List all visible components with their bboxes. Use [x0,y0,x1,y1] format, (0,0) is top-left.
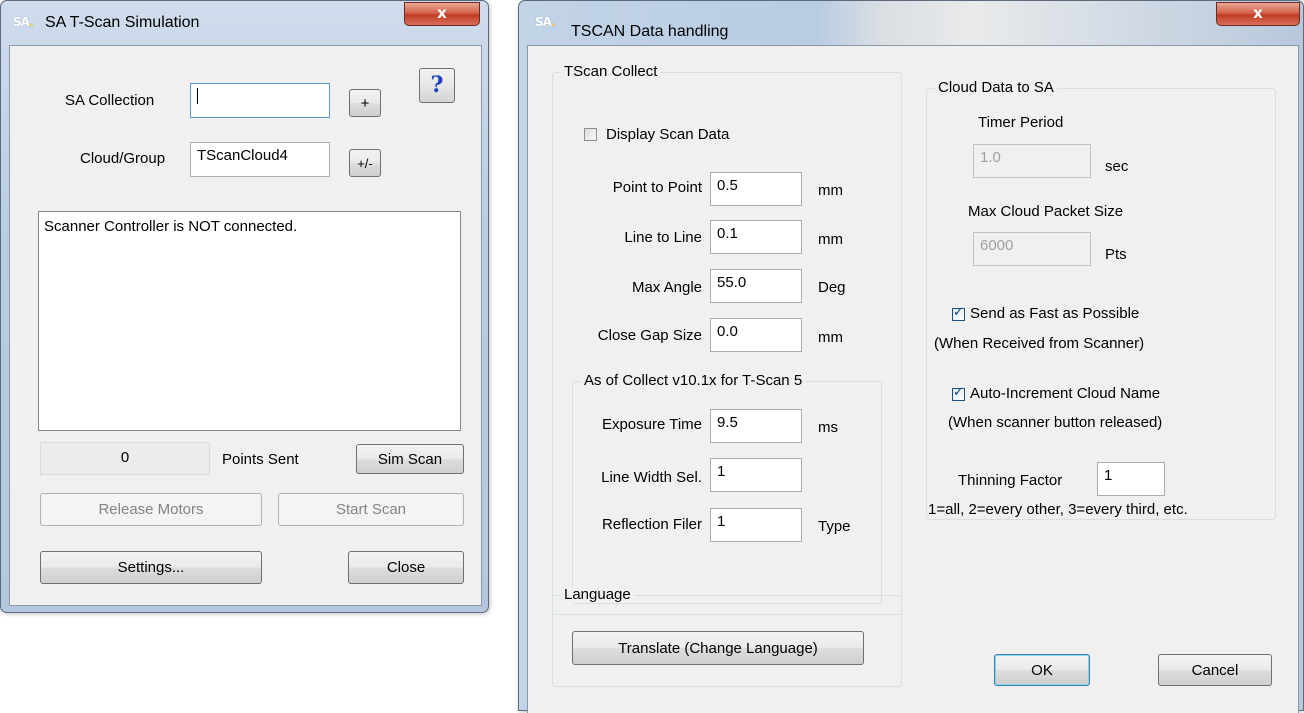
status-message: Scanner Controller is NOT connected. [44,218,298,235]
thinning-factor-label: Thinning Factor [958,472,1063,489]
exposure-time-label: Exposure Time [601,416,702,433]
data-client-area: TScan Collect Display Scan Data Point to… [527,45,1299,713]
cloud-data-title: Cloud Data to SA [935,79,1057,96]
sim-window: SA. SA T-Scan Simulation x SA Collection… [0,0,489,613]
max-packet-unit: Pts [1105,246,1127,263]
sa-logo-icon: SA. [535,15,556,29]
data-window-title: TSCAN Data handling [571,23,729,40]
settings-button[interactable]: Settings... [40,551,262,584]
points-sent-count: 0 [40,442,210,475]
point-to-point-label: Point to Point [612,179,702,196]
auto-increment-note: (When scanner button released) [948,414,1163,431]
data-close-window-button[interactable]: x [1216,2,1300,26]
data-handling-window: SA. TSCAN Data handling x TScan Collect … [518,0,1304,713]
tscan-collect-title: TScan Collect [561,63,661,80]
exposure-time-input[interactable]: 9.5 [710,409,802,443]
close-gap-unit: mm [818,329,843,346]
sim-client-area: SA Collection + ? Cloud/Group TScanCloud… [9,45,482,606]
reflection-filter-label: Reflection Filer [601,516,702,533]
sim-titlebar[interactable]: SA. SA T-Scan Simulation x [1,1,488,45]
display-scan-label[interactable]: Display Scan Data [606,126,729,143]
data-titlebar[interactable]: SA. TSCAN Data handling x [519,1,1303,45]
release-motors-button[interactable]: Release Motors [40,493,262,526]
sim-close-window-button[interactable]: x [404,2,480,26]
collect-version-title: As of Collect v10.1x for T-Scan 5 [581,372,806,389]
cloud-group-label: Cloud/Group [80,150,166,167]
point-to-point-input[interactable]: 0.5 [710,172,802,206]
sa-logo-icon: SA. [13,15,34,29]
line-to-line-label: Line to Line [624,229,702,246]
increment-cloud-button[interactable]: +/- [349,149,381,177]
line-width-label: Line Width Sel. [601,469,702,486]
text-caret [197,88,198,104]
max-angle-label: Max Angle [631,279,702,296]
ok-button[interactable]: OK [994,654,1090,686]
sa-collection-label: SA Collection [65,92,155,109]
close-gap-label: Close Gap Size [597,327,702,344]
timer-period-unit: sec [1105,158,1129,175]
timer-period-input[interactable]: 1.0 [973,144,1091,178]
line-to-line-input[interactable]: 0.1 [710,220,802,254]
close-button[interactable]: Close [348,551,464,584]
sa-collection-input[interactable] [190,83,330,118]
max-packet-input[interactable]: 6000 [973,232,1091,266]
points-sent-label: Points Sent [222,451,299,468]
line-width-input[interactable]: 1 [710,458,802,492]
cloud-group-input[interactable]: TScanCloud4 [190,142,330,177]
sim-scan-button[interactable]: Sim Scan [356,444,464,474]
max-angle-unit: Deg [818,279,846,296]
language-title: Language [561,586,634,603]
close-icon: x [437,4,447,22]
send-fast-checkbox[interactable] [952,305,965,321]
question-mark-icon: ? [430,72,444,98]
status-log[interactable]: Scanner Controller is NOT connected. [38,211,461,431]
close-gap-input[interactable]: 0.0 [710,318,802,352]
translate-button[interactable]: Translate (Change Language) [572,631,864,665]
close-icon: x [1253,4,1263,22]
start-scan-button[interactable]: Start Scan [278,493,464,526]
thinning-factor-note: 1=all, 2=every other, 3=every third, etc… [928,501,1188,518]
add-collection-button[interactable]: + [349,89,381,117]
line-to-line-unit: mm [818,231,843,248]
sim-window-title: SA T-Scan Simulation [45,14,200,31]
send-fast-label[interactable]: Send as Fast as Possible [970,305,1139,322]
exposure-time-unit: ms [818,419,838,436]
max-angle-input[interactable]: 55.0 [710,269,802,303]
send-fast-note: (When Received from Scanner) [934,335,1145,352]
point-to-point-unit: mm [818,182,843,199]
auto-increment-checkbox[interactable] [952,385,965,401]
auto-increment-label[interactable]: Auto-Increment Cloud Name [970,385,1160,402]
reflection-filter-input[interactable]: 1 [710,508,802,542]
timer-period-label: Timer Period [978,114,1064,131]
max-packet-label: Max Cloud Packet Size [968,203,1124,220]
display-scan-checkbox[interactable] [584,128,597,141]
help-button[interactable]: ? [419,68,455,103]
cancel-button[interactable]: Cancel [1158,654,1272,686]
thinning-factor-input[interactable]: 1 [1097,462,1165,496]
reflection-filter-unit: Type [818,518,851,535]
